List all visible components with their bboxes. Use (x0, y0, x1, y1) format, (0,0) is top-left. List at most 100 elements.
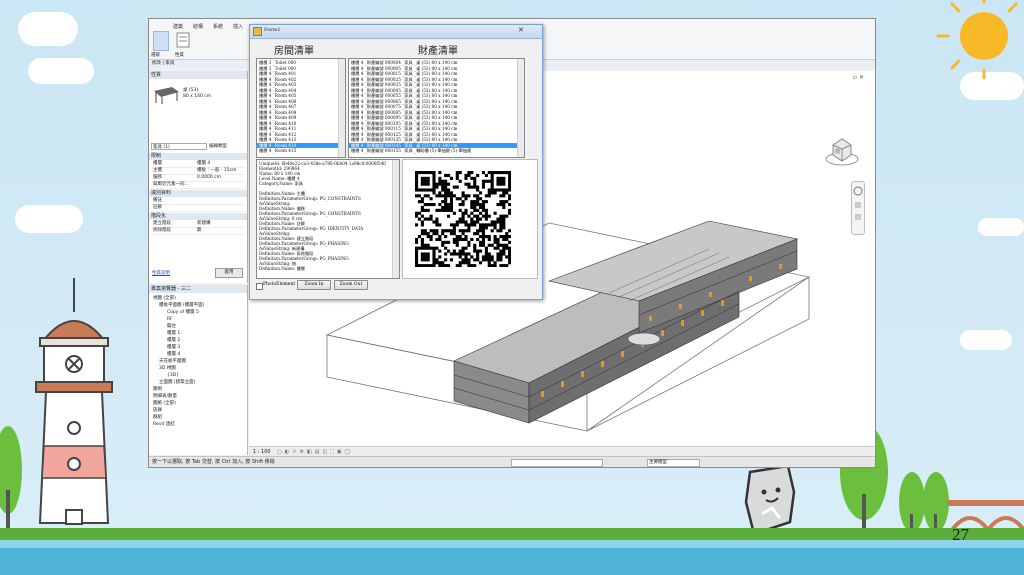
scrollbar[interactable] (338, 59, 345, 157)
property-label: 主體 (153, 168, 162, 173)
project-browser-header: 專案瀏覽器 - 三二 (149, 285, 247, 293)
close-icon[interactable]: ✕ (518, 26, 524, 34)
tree-item[interactable]: 樓層 2 (167, 337, 180, 344)
tree-item[interactable]: 群組 (153, 414, 162, 421)
section-header: 限制 (149, 153, 247, 160)
river (0, 548, 1024, 575)
tree-item[interactable]: RF (167, 316, 173, 323)
instance-selector-value: 家具 (1) (153, 145, 170, 150)
property-row[interactable]: 註解 (151, 204, 245, 212)
tree-item[interactable]: 族群 (153, 407, 162, 414)
checkbox-label: PhotoElement (263, 282, 296, 287)
property-value: 無 (197, 228, 202, 233)
cloud (18, 12, 78, 46)
tool-label: 性質 (175, 53, 184, 58)
detail-line: Definition.Name: 樓層 (259, 266, 305, 271)
properties-tool-icon[interactable] (175, 31, 191, 49)
view-cube[interactable]: 前 (825, 133, 859, 167)
section-header: 階段化 (149, 213, 247, 220)
properties-header: 性質 (149, 71, 247, 79)
instance-selector[interactable]: 家具 (1) (151, 143, 207, 150)
property-row[interactable]: 與鄰近元素一同... (151, 181, 245, 189)
dialog-title: Form1 (264, 27, 281, 33)
tree-illustration (0, 426, 22, 540)
property-label: 註解 (153, 205, 162, 210)
properties-palette: 性質 桌 (53) 80 x 140 cm 家具 (1) 編輯類型 限制 樓層樓… (149, 71, 248, 283)
zoom-in-button[interactable]: Zoom In (297, 280, 331, 290)
workset-field[interactable] (511, 459, 603, 467)
section-header: 識別資料 (149, 190, 247, 197)
property-row[interactable]: 拆除階段 無 (151, 227, 245, 235)
list-item[interactable]: 樓層 4 _Room 415 (259, 148, 296, 154)
property-value: 0.0000 cm (197, 175, 222, 180)
app-icon (253, 27, 262, 36)
property-value: 樓板 : 一般 - 15cm (197, 168, 237, 173)
tree-item[interactable]: 3D 視圖 (159, 365, 176, 372)
tree-item[interactable]: {3D} (167, 372, 179, 379)
tree-item[interactable]: 立面圖 (建築立面) (159, 379, 195, 386)
property-label: 建立階段 (153, 221, 171, 226)
model-label: 主要模型 (649, 460, 667, 465)
ribbon-tab[interactable]: 結構 (193, 23, 203, 30)
tree-item[interactable]: Copy of 樓層 5 (167, 309, 199, 316)
qr-code-image (415, 171, 511, 267)
rooms-list[interactable]: 樓層 3 _Toilet 000 樓層 3 _Toilet 000 樓層 4 _… (256, 58, 346, 158)
status-hint: 按一下以選取, 按 Tab 交替, 按 Ctrl 加入, 按 Shift 移除 (152, 459, 275, 465)
tree-item[interactable]: 閣台 (167, 323, 176, 330)
tree-item[interactable]: 明細表/數量 (153, 393, 177, 400)
type-name: 桌 (53) (183, 88, 199, 93)
photo-element-checkbox[interactable] (256, 283, 263, 290)
cloud (15, 205, 83, 233)
property-label: 樓層 (153, 161, 162, 166)
page-number: 27 (952, 525, 969, 544)
property-value: 樓層 4 (197, 161, 211, 166)
scrollbar[interactable] (517, 59, 524, 157)
properties-help-link[interactable]: 性質說明 (152, 270, 170, 276)
tree-item[interactable]: 樓層 4 (167, 351, 180, 358)
property-label: 與鄰近元素一同... (153, 182, 189, 187)
ribbon-tab[interactable]: 插入 (233, 23, 243, 30)
project-browser: 專案瀏覽器 - 三二 視圖 (全部) 樓板平面圖 (樓層平面) Copy of … (149, 285, 248, 455)
property-label: 拆除階段 (153, 228, 171, 233)
tree-item[interactable]: 樓層 3 (167, 344, 180, 351)
cloud (978, 218, 1024, 236)
element-details-textbox[interactable]: UniqueId: 6b40e22-ca3-428e-a788-0bb04 1a… (256, 159, 400, 279)
tree-item[interactable]: 圖例 (153, 386, 162, 393)
ribbon-tab[interactable]: 建築 (173, 23, 183, 30)
breadcrumb: 修改 | 家具 (152, 61, 175, 66)
tree-item[interactable]: 樓層 1 (167, 330, 180, 337)
lighthouse-illustration (35, 278, 113, 525)
assets-list[interactable]: 樓層 4 _財產編號 000004 _家具 _桌 (53) 80 x 140 c… (348, 58, 525, 158)
cloud (28, 58, 94, 84)
rooms-list-header: 房間清單 (274, 46, 314, 57)
table-thumbnail-icon (152, 83, 180, 105)
tree-item[interactable]: 視圖 (全部) (153, 295, 176, 302)
list-item[interactable]: 樓層 4 _財產編號 000155 _家具 _輔助櫃 (5)-單抽屜 (5)-單… (351, 148, 471, 154)
property-label: 備註 (153, 198, 162, 203)
edit-type-button[interactable]: 編輯類型 (209, 143, 227, 150)
tree-item[interactable]: 樓板平面圖 (樓層平面) (159, 302, 204, 309)
tree-item[interactable]: Revit 連結 (153, 421, 175, 428)
dialog-titlebar[interactable]: Form1 ✕ (250, 25, 542, 39)
detail-line: Category.Name: 家具 (259, 181, 303, 186)
modify-tool-icon[interactable] (153, 31, 169, 51)
sun-icon (936, 0, 1018, 80)
zoom-out-button[interactable]: Zoom Out (334, 280, 368, 290)
status-bar: 按一下以選取, 按 Tab 交替, 按 Ctrl 加入, 按 Shift 移除 … (149, 456, 875, 467)
property-value: 新建構 (197, 221, 211, 226)
qr-code-panel (402, 159, 538, 279)
cloud (960, 330, 1012, 350)
apply-button[interactable]: 套用 (215, 268, 243, 278)
tree-item[interactable]: 天花板平面圖 (159, 358, 186, 365)
navigation-bar[interactable] (851, 181, 865, 235)
design-option-field[interactable]: 主要模型 (647, 459, 700, 467)
scrollbar[interactable] (392, 160, 399, 278)
window-controls[interactable]: ▫ ✕ (853, 74, 864, 81)
tool-label: 選取 (151, 53, 160, 58)
view-cube-label: 前 (835, 149, 841, 155)
assets-list-header: 財產清單 (418, 46, 458, 57)
ribbon-tab[interactable]: 系統 (213, 23, 223, 30)
tree-item[interactable]: 圖紙 (全部) (153, 400, 176, 407)
form1-dialog: Form1 ✕ 房間清單 財產清單 樓層 3 _Toilet 000 樓層 3 … (249, 24, 543, 300)
property-label: 偏移 (153, 175, 162, 180)
